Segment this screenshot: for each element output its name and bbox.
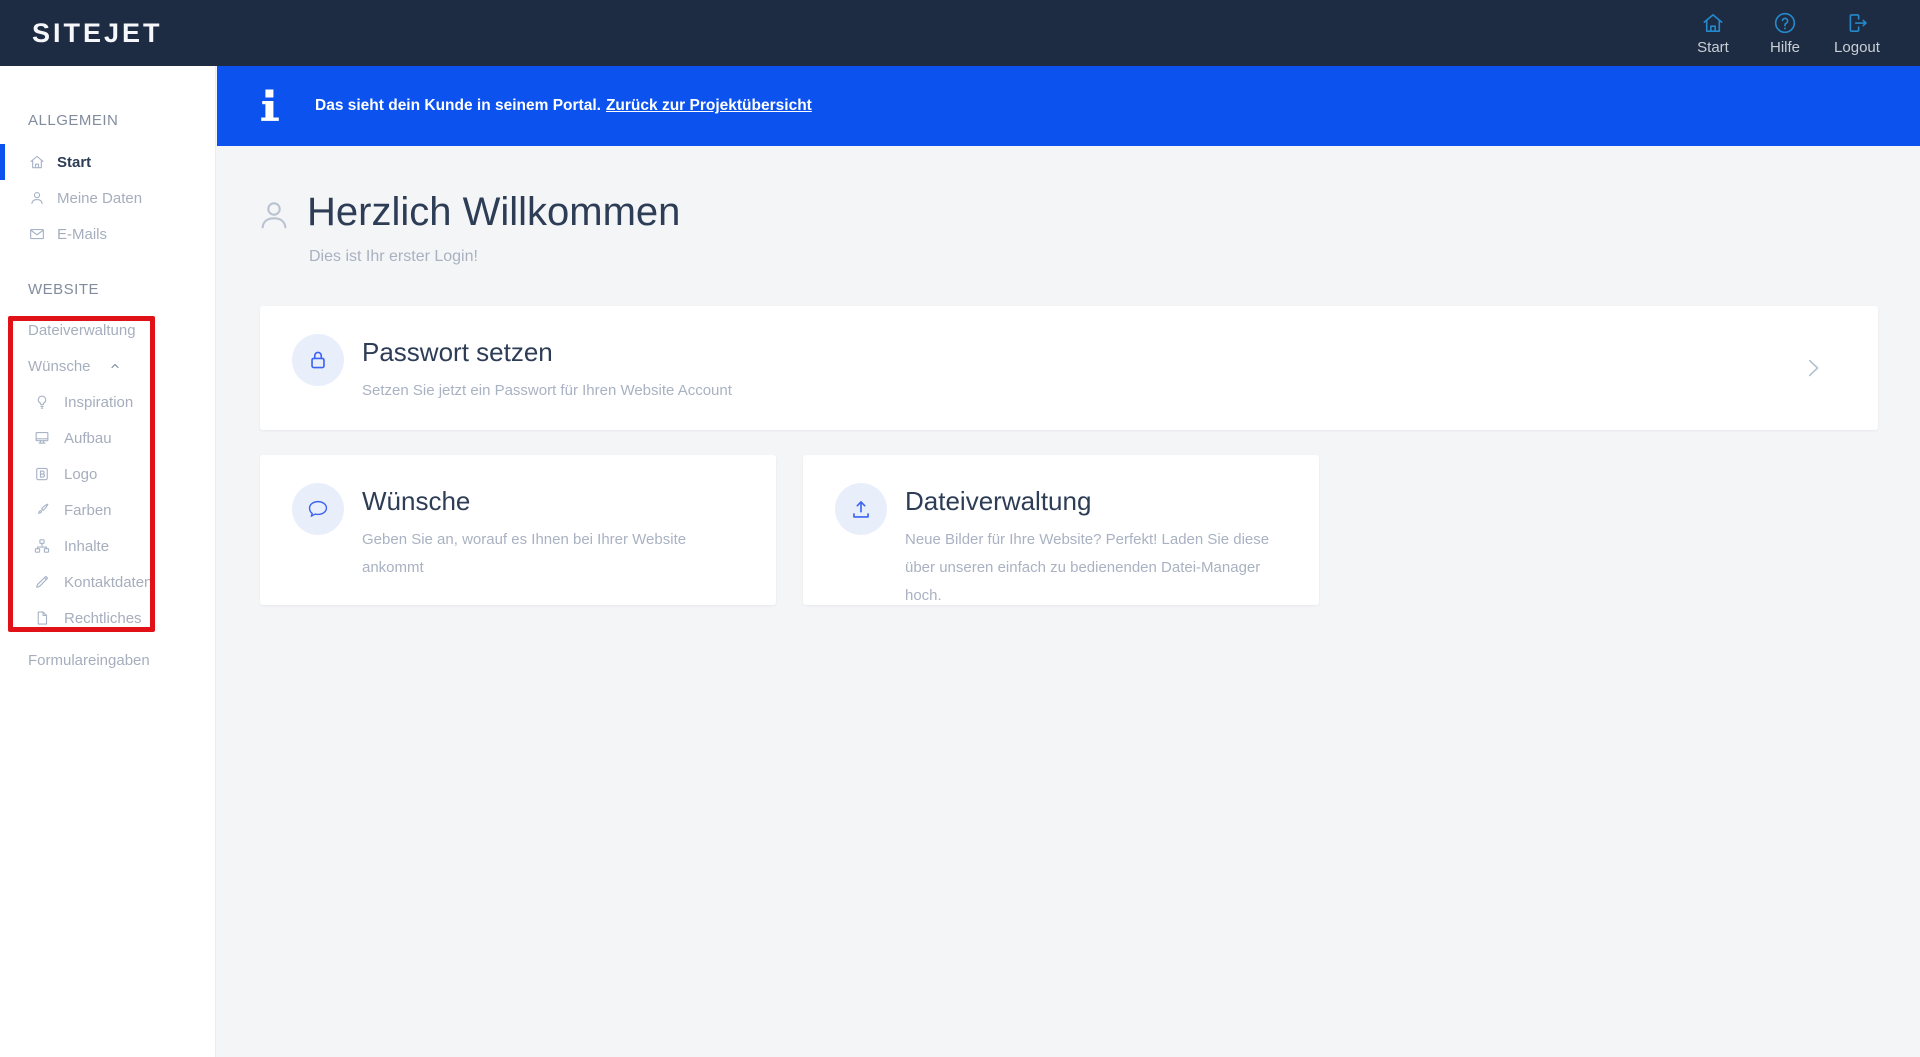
sidebar-subitem-inspiration[interactable]: Inspiration bbox=[0, 384, 215, 420]
sidebar-subitem-label: Inspiration bbox=[64, 393, 134, 411]
card-wuensche[interactable]: Wünsche Geben Sie an, worauf es Ihnen be… bbox=[260, 455, 776, 605]
topnav-hilfe-label: Hilfe bbox=[1769, 39, 1800, 56]
topnav-logout[interactable]: Logout bbox=[1834, 10, 1880, 56]
lock-icon bbox=[292, 334, 344, 386]
welcome-subtitle: Dies ist Ihr erster Login! bbox=[309, 248, 478, 265]
card-subtitle: Setzen Sie jetzt ein Passwort für Ihren … bbox=[362, 382, 732, 399]
sidebar-item-label: Wünsche bbox=[28, 357, 91, 375]
sidebar-subitem-label: Aufbau bbox=[64, 429, 112, 447]
card-passwort-setzen[interactable]: Passwort setzen Setzen Sie jetzt ein Pas… bbox=[260, 306, 1878, 430]
banner-text: Das sieht dein Kunde in seinem Portal. bbox=[315, 97, 601, 114]
sidebar-item-label: Meine Daten bbox=[57, 189, 143, 207]
monitor-icon bbox=[33, 429, 51, 447]
sidebar-subitem-label: Logo bbox=[64, 465, 98, 483]
card-title: Wünsche bbox=[362, 486, 471, 516]
home-icon bbox=[1700, 10, 1726, 36]
sidebar: ALLGEMEIN Start Meine Daten E-Mails WEBS… bbox=[0, 66, 216, 1057]
banner-project-overview-link[interactable]: Zurück zur Projektübersicht bbox=[606, 97, 812, 114]
sidebar-section-allgemein: ALLGEMEIN bbox=[28, 112, 119, 129]
sidebar-subitem-farben[interactable]: Farben bbox=[0, 492, 215, 528]
sidebar-subitem-inhalte[interactable]: Inhalte bbox=[0, 528, 215, 564]
person-icon bbox=[255, 196, 293, 234]
sidebar-item-label: Dateiverwaltung bbox=[28, 321, 136, 339]
sidebar-item-emails[interactable]: E-Mails bbox=[0, 216, 215, 252]
sidebar-subitem-label: Farben bbox=[64, 501, 112, 519]
speech-bubble-icon bbox=[292, 483, 344, 535]
sidebar-item-label: Start bbox=[57, 153, 92, 171]
sidebar-item-start[interactable]: Start bbox=[0, 144, 215, 180]
card-dateiverwaltung[interactable]: Dateiverwaltung Neue Bilder für Ihre Web… bbox=[803, 455, 1319, 605]
logout-icon bbox=[1844, 10, 1870, 36]
sidebar-subitem-label: Kontaktdaten bbox=[64, 573, 153, 591]
lightbulb-icon bbox=[33, 393, 51, 411]
sidebar-subitem-label: Inhalte bbox=[64, 537, 110, 555]
sidebar-item-label: Formulareingaben bbox=[28, 651, 150, 669]
sitejet-logo: SITEJET bbox=[32, 17, 163, 48]
sidebar-item-wuensche[interactable]: Wünsche bbox=[0, 348, 215, 384]
caret-up-icon bbox=[109, 360, 121, 372]
pencil-icon bbox=[33, 573, 51, 591]
card-subtitle: Geben Sie an, worauf es Ihnen bei Ihrer … bbox=[362, 531, 687, 576]
sidebar-subitem-kontaktdaten[interactable]: Kontaktdaten bbox=[0, 564, 215, 600]
card-title: Passwort setzen bbox=[362, 337, 553, 367]
welcome-heading: Herzlich Willkommen bbox=[307, 190, 681, 234]
sidebar-subitem-label: Rechtliches bbox=[64, 609, 142, 627]
chevron-right-icon bbox=[1800, 353, 1826, 383]
sidebar-item-label: E-Mails bbox=[57, 225, 108, 243]
user-icon bbox=[28, 189, 46, 207]
sitemap-icon bbox=[33, 537, 51, 555]
upload-icon bbox=[835, 483, 887, 535]
info-icon bbox=[259, 89, 281, 123]
sidebar-item-formulareingaben[interactable]: Formulareingaben bbox=[0, 642, 215, 678]
sidebar-subitem-aufbau[interactable]: Aufbau bbox=[0, 420, 215, 456]
paintbrush-icon bbox=[33, 501, 51, 519]
card-title: Dateiverwaltung bbox=[905, 486, 1092, 516]
topbar-nav: Start Hilfe Logout bbox=[1690, 10, 1920, 56]
sidebar-section-website: WEBSITE bbox=[28, 281, 100, 298]
sidebar-subitem-rechtliches[interactable]: Rechtliches bbox=[0, 600, 215, 636]
card-subtitle: Neue Bilder für Ihre Website? Perfekt! L… bbox=[905, 531, 1270, 604]
topnav-start-label: Start bbox=[1697, 39, 1729, 56]
mail-icon bbox=[28, 225, 46, 243]
customer-portal-banner: Das sieht dein Kunde in seinem Portal. Zu… bbox=[217, 66, 1920, 146]
sidebar-subitem-logo[interactable]: Logo bbox=[0, 456, 215, 492]
topbar: SITEJET Start Hilfe Logout bbox=[0, 0, 1920, 66]
main-content: Herzlich Willkommen Dies ist Ihr erster … bbox=[217, 146, 1920, 1057]
document-icon bbox=[33, 609, 51, 627]
sidebar-item-dateiverwaltung[interactable]: Dateiverwaltung bbox=[0, 312, 215, 348]
home-icon bbox=[28, 153, 46, 171]
topnav-hilfe[interactable]: Hilfe bbox=[1762, 10, 1808, 56]
topnav-start[interactable]: Start bbox=[1690, 10, 1736, 56]
sidebar-item-meine-daten[interactable]: Meine Daten bbox=[0, 180, 215, 216]
help-icon bbox=[1772, 10, 1798, 36]
topnav-logout-label: Logout bbox=[1834, 39, 1880, 56]
logo-badge-icon bbox=[33, 465, 51, 483]
